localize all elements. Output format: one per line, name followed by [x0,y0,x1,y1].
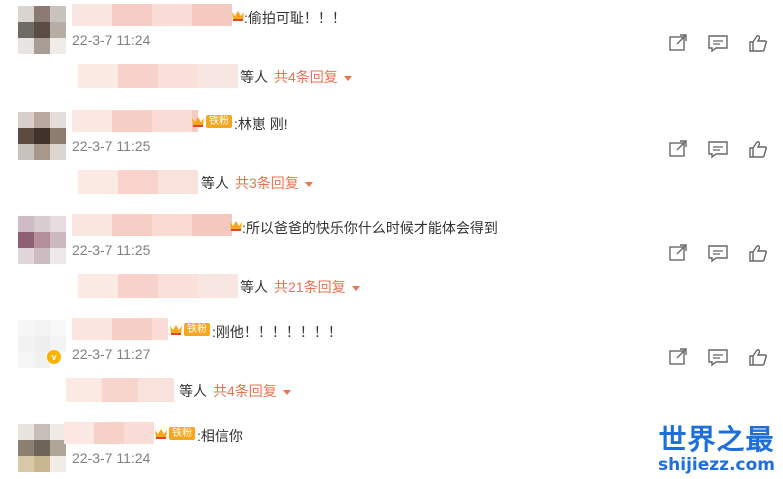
reply-summary[interactable]: 等人 共4条回复 [179,381,291,401]
username[interactable] [72,4,232,26]
comment-actions [667,139,769,159]
site-watermark: 世界之最 shijiezz.com [658,423,775,475]
comment-icon[interactable] [707,347,729,367]
chevron-down-icon[interactable] [343,75,352,81]
comment-actions [667,347,769,367]
comment-time: 22-3-7 11:24 [72,450,151,466]
username[interactable] [72,318,168,340]
reply-count-link[interactable]: 共4条回复 [274,69,338,85]
comment-item: :偷拍可耻！！！ 22-3-7 11:24 等人 共4条回复 [0,0,783,104]
username[interactable] [72,110,198,132]
avatar[interactable] [18,216,66,264]
crown-icon [169,323,183,336]
share-icon[interactable] [667,33,689,53]
reply-summary[interactable]: 等人 共21条回复 [240,277,360,297]
fan-badge: 铁粉 [184,323,210,336]
avatar[interactable] [18,6,66,54]
crown-icon [229,219,243,232]
comment-icon[interactable] [707,139,729,159]
chevron-down-icon[interactable] [351,285,360,291]
reply-count-link[interactable]: 共4条回复 [213,383,277,399]
comment-text: :林崽 刚! [234,116,288,132]
crown-icon [231,9,245,22]
comment-time: 22-3-7 11:25 [72,138,151,154]
chevron-down-icon[interactable] [304,181,313,187]
reply-avatars [66,378,174,402]
like-icon[interactable] [747,347,769,367]
avatar[interactable] [18,424,66,472]
comment-item: :所以爸爸的快乐你什么时候才能体会得到 22-3-7 11:25 等人 共21条回… [0,210,783,314]
watermark-title: 世界之最 [658,423,775,456]
member-badge: 铁粉 [191,115,232,128]
member-badge [231,9,245,22]
like-icon[interactable] [747,243,769,263]
comment-text: :刚他！！！！！！！ [212,324,342,340]
reply-count-link[interactable]: 共21条回复 [274,279,346,295]
reply-avatars [78,274,238,298]
comment-icon[interactable] [707,243,729,263]
reply-users-label: 等人 [240,69,268,85]
member-badge [229,219,243,232]
comment-text: :所以爸爸的快乐你什么时候才能体会得到 [242,220,498,236]
fan-badge: 铁粉 [169,427,195,440]
chevron-down-icon[interactable] [282,389,291,395]
comment-icon[interactable] [707,33,729,53]
reply-users-label: 等人 [179,383,207,399]
reply-summary[interactable]: 等人 共3条回复 [201,173,313,193]
reply-count-link[interactable]: 共3条回复 [235,175,299,191]
comment-time: 22-3-7 11:24 [72,32,151,48]
comment-actions [667,33,769,53]
like-icon[interactable] [747,139,769,159]
comment-text: :相信你 [197,428,243,444]
member-badge: 铁粉 [169,323,210,336]
reply-summary[interactable]: 等人 共4条回复 [240,67,352,87]
comment-time: 22-3-7 11:27 [72,346,151,362]
reply-users-label: 等人 [240,279,268,295]
username[interactable] [64,422,154,444]
member-badge: 铁粉 [154,427,195,440]
reply-avatars [78,64,238,88]
username[interactable] [72,214,232,236]
reply-avatars [78,170,198,194]
comment-time: 22-3-7 11:25 [72,242,151,258]
avatar[interactable] [18,112,66,160]
reply-users-label: 等人 [201,175,229,191]
comment-item: 铁粉 :林崽 刚! 22-3-7 11:25 等人 共3条回复 [0,106,783,210]
verified-v-icon: v [47,350,61,364]
comment-text: :偷拍可耻！！！ [244,10,346,26]
crown-icon [154,427,168,440]
share-icon[interactable] [667,139,689,159]
share-icon[interactable] [667,243,689,263]
like-icon[interactable] [747,33,769,53]
fan-badge: 铁粉 [206,115,232,128]
share-icon[interactable] [667,347,689,367]
comment-item: v 铁粉 :刚他！！！！！！！ 22-3-7 11:27 等人 共4条回复 [0,314,783,418]
comment-actions [667,243,769,263]
crown-icon [191,115,205,128]
watermark-url: shijiezz.com [658,455,775,475]
